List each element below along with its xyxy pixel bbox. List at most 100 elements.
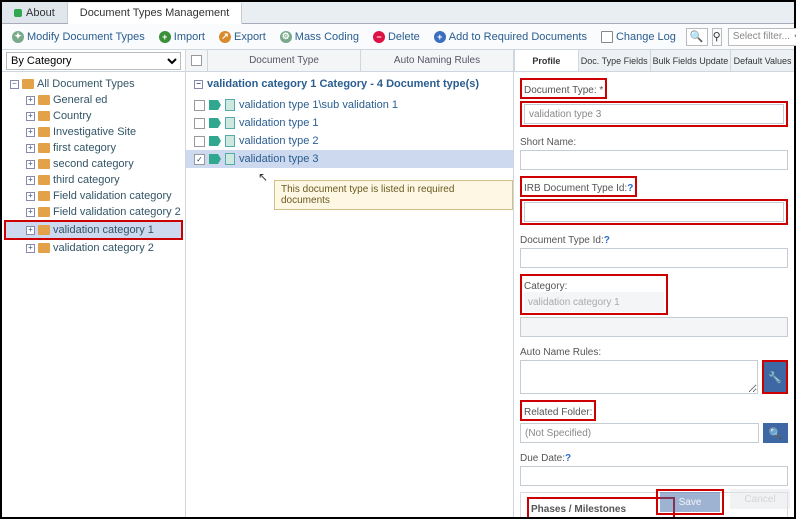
filter-select[interactable]: Select filter... [728, 28, 796, 46]
checkbox-header[interactable] [186, 50, 208, 71]
filter-button[interactable]: ⚲ [712, 28, 722, 46]
wrench-button[interactable]: 🔧 [762, 360, 788, 394]
tree-item[interactable]: +validation category 2 [4, 240, 183, 256]
save-button[interactable]: Save [660, 492, 720, 512]
help-icon[interactable]: ? [604, 235, 610, 246]
doc-label: validation type 1\sub validation 1 [239, 99, 398, 111]
expand-icon[interactable]: + [26, 112, 35, 121]
row-checkbox[interactable]: ✓ [194, 154, 205, 165]
doc-label: validation type 3 [239, 153, 319, 165]
tab-about[interactable]: About [2, 2, 68, 23]
row-checkbox[interactable] [194, 136, 205, 147]
tag-icon [209, 100, 221, 110]
changelog-button[interactable]: Change Log [595, 29, 682, 45]
col-auto-naming[interactable]: Auto Naming Rules [361, 50, 514, 71]
help-icon[interactable]: ? [627, 183, 633, 194]
expand-icon[interactable]: + [26, 96, 35, 105]
collapse-icon[interactable]: − [10, 80, 19, 89]
doc-row-selected[interactable]: ✓ validation type 3 [186, 150, 513, 168]
doc-row[interactable]: validation type 2 [186, 132, 513, 150]
search-container: 🔍 [686, 28, 708, 46]
docid-input[interactable] [520, 248, 788, 268]
tree-item[interactable]: +Country [4, 108, 183, 124]
doc-row[interactable]: validation type 1\sub validation 1 [186, 96, 513, 114]
minus-icon: − [373, 31, 385, 43]
cancel-button[interactable]: Cancel [730, 489, 790, 509]
tree-item[interactable]: +Field validation category [4, 188, 183, 204]
tree-item[interactable]: +second category [4, 156, 183, 172]
category-full-input[interactable] [520, 317, 788, 337]
col-document-type[interactable]: Document Type [208, 50, 361, 71]
expand-icon[interactable]: + [26, 176, 35, 185]
tag-icon [209, 154, 221, 164]
plus-icon: + [434, 31, 446, 43]
related-folder-input[interactable] [520, 423, 759, 443]
irb-input[interactable] [524, 202, 784, 222]
tag-icon [209, 118, 221, 128]
gear-icon: ✦ [12, 31, 24, 43]
plus-icon: + [159, 31, 171, 43]
tree-root[interactable]: −All Document Types [4, 76, 183, 92]
expand-icon[interactable]: + [26, 160, 35, 169]
search-folder-button[interactable]: 🔍 [763, 423, 788, 443]
rtab-doc-fields[interactable]: Doc. Type Fields [578, 50, 650, 71]
profile-panel: Document Type: * Short Name: IRB Documen… [514, 72, 794, 517]
shortname-input[interactable] [520, 150, 788, 170]
expand-icon[interactable]: + [26, 208, 35, 217]
document-icon [225, 135, 235, 147]
expand-icon[interactable]: + [26, 244, 35, 253]
rtab-bulk-update[interactable]: Bulk Fields Update [650, 50, 731, 71]
doc-row[interactable]: validation type 1 [186, 114, 513, 132]
folder-icon [38, 159, 50, 169]
expand-icon[interactable]: + [26, 226, 35, 235]
dot-icon [14, 9, 22, 17]
shortname-label: Short Name: [520, 137, 576, 148]
expand-icon[interactable]: + [26, 144, 35, 153]
search-icon: 🔍 [690, 30, 704, 43]
due-date-input[interactable] [520, 466, 788, 486]
mass-coding-button[interactable]: ⚙Mass Coding [274, 29, 365, 45]
help-icon[interactable]: ? [565, 453, 571, 464]
expand-icon[interactable]: + [26, 192, 35, 201]
import-button[interactable]: +Import [153, 29, 211, 45]
rtab-profile[interactable]: Profile [514, 50, 578, 71]
tree-item[interactable]: +first category [4, 140, 183, 156]
add-required-button[interactable]: +Add to Required Documents [428, 29, 593, 45]
highlight-box: Related Folder: [520, 400, 596, 421]
highlight-box: Phases / Milestones Study Milestones:? [527, 497, 675, 517]
export-button[interactable]: ↗Export [213, 29, 272, 45]
category-header: −validation category 1 Category - 4 Docu… [186, 72, 513, 96]
phase-title: Phases / Milestones [531, 504, 626, 515]
tree-item[interactable]: +third category [4, 172, 183, 188]
rtab-default-values[interactable]: Default Values [730, 50, 794, 71]
row-checkbox[interactable] [194, 118, 205, 129]
doctype-input[interactable] [524, 104, 784, 124]
modify-button[interactable]: ✦Modify Document Types [6, 29, 151, 45]
tree-item[interactable]: +General ed [4, 92, 183, 108]
top-tabs: About Document Types Management [2, 2, 794, 24]
tree-item[interactable]: +Field validation category 2 [4, 204, 183, 220]
toolbar: ✦Modify Document Types +Import ↗Export ⚙… [2, 24, 794, 50]
cursor-icon: ↖ [258, 170, 268, 184]
category-mode-select[interactable]: By Category [6, 52, 181, 70]
irb-label: IRB Document Type Id: [524, 183, 627, 194]
tree-item-selected[interactable]: +validation category 1 [4, 220, 183, 240]
main-area: −All Document Types +General ed +Country… [2, 72, 794, 517]
folder-icon [38, 191, 50, 201]
arrow-icon: ↗ [219, 31, 231, 43]
gear-icon: ⚙ [280, 31, 292, 43]
tab-dtm[interactable]: Document Types Management [68, 3, 243, 24]
folder-icon [38, 127, 50, 137]
collapse-icon[interactable]: − [194, 80, 203, 89]
row-checkbox[interactable] [194, 100, 205, 111]
delete-button[interactable]: −Delete [367, 29, 426, 45]
doc-label: validation type 1 [239, 117, 319, 129]
related-label: Related Folder: [524, 407, 592, 418]
folder-icon [38, 95, 50, 105]
folder-icon [22, 79, 34, 89]
autoname-input[interactable] [520, 360, 758, 394]
tree-item[interactable]: +Investigative Site [4, 124, 183, 140]
right-tabs: Profile Doc. Type Fields Bulk Fields Upd… [514, 50, 794, 71]
tag-icon [209, 136, 221, 146]
expand-icon[interactable]: + [26, 128, 35, 137]
